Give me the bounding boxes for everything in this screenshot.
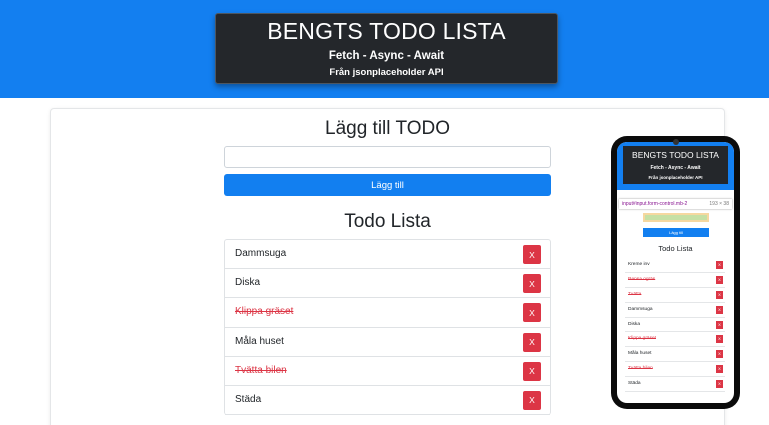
todo-item-label[interactable]: Tvätta bilen (235, 365, 287, 376)
todo-item-label[interactable]: Dammsuga (235, 248, 286, 259)
phone-todo-item-label[interactable]: Rensa ogräs (628, 277, 655, 282)
phone-todo-item[interactable]: Rensa ogräs X (625, 273, 725, 288)
todo-item[interactable]: Städa X (225, 386, 550, 416)
phone-todo-item[interactable]: Klippa gräset X (625, 332, 725, 348)
add-heading: Lägg till TODO (325, 118, 450, 139)
phone-todo-item[interactable]: Tvätta X (625, 288, 725, 303)
todo-item[interactable]: Måla huset X (225, 328, 550, 357)
phone-todo-item[interactable]: Diska X (625, 318, 725, 333)
phone-delete-button[interactable]: X (716, 335, 723, 344)
phone-todo-item-label[interactable]: Städa (628, 381, 641, 386)
todo-item-label[interactable]: Diska (235, 277, 260, 288)
phone-delete-button[interactable]: X (716, 290, 723, 299)
phone-preview: BENGTS TODO LISTA Fetch - Async - Await … (611, 136, 740, 409)
phone-todo-item-label[interactable]: Kreme inv (628, 262, 650, 267)
delete-button[interactable]: X (523, 274, 541, 294)
phone-source: Från jsonplaceholder API (648, 175, 703, 180)
phone-todo-input[interactable] (643, 213, 709, 222)
phone-delete-button[interactable]: X (716, 275, 723, 284)
phone-delete-button[interactable]: X (716, 320, 723, 329)
phone-todo-item-label[interactable]: Dammsuga (628, 307, 653, 312)
page-source: Från jsonplaceholder API (329, 67, 444, 78)
phone-delete-button[interactable]: X (716, 350, 723, 359)
phone-delete-button[interactable]: X (716, 261, 723, 269)
delete-button[interactable]: X (523, 332, 541, 352)
phone-delete-button[interactable]: X (716, 380, 723, 389)
delete-button[interactable]: X (523, 390, 541, 410)
todo-list: Dammsuga X Diska X Klippa gräset X Måla huset X… (224, 239, 551, 416)
add-todo-button[interactable]: Lägg till (224, 174, 551, 196)
todo-item[interactable]: Klippa gräset X (225, 298, 550, 328)
todo-item-label[interactable]: Städa (235, 394, 261, 405)
delete-button[interactable]: X (523, 303, 541, 323)
phone-todo-item[interactable]: Måla huset X (625, 347, 725, 363)
phone-todo-item-label[interactable]: Tvätta (628, 292, 641, 297)
todo-input[interactable] (224, 146, 551, 168)
phone-todo-item[interactable]: Tvätta bilen X (625, 362, 725, 378)
phone-title-box: BENGTS TODO LISTA Fetch - Async - Await … (623, 146, 728, 184)
phone-todo-item[interactable]: Städa X (625, 377, 725, 393)
phone-title: BENGTS TODO LISTA (632, 150, 719, 160)
todo-item[interactable]: Dammsuga X (225, 240, 550, 270)
todo-item-label[interactable]: Måla huset (235, 336, 284, 347)
phone-todo-item-label[interactable]: Tvätta bilen (628, 366, 653, 371)
page-title: BENGTS TODO LISTA (267, 18, 506, 44)
phone-todo-item-label[interactable]: Klippa gräset (628, 336, 656, 341)
todo-item-label[interactable]: Klippa gräset (235, 306, 293, 317)
camera-icon (673, 139, 679, 145)
tooltip-size: 193 × 38 (709, 201, 729, 207)
phone-delete-button[interactable]: X (716, 305, 723, 314)
devtools-tooltip: input#input.form-control.mb-2 193 × 38 (619, 199, 732, 209)
phone-list-heading: Todo Lista (658, 244, 693, 253)
phone-delete-button[interactable]: X (716, 365, 723, 374)
page-subtitle: Fetch - Async - Await (328, 50, 445, 62)
todo-item[interactable]: Diska X (225, 269, 550, 299)
delete-button[interactable]: X (523, 245, 541, 264)
tooltip-selector: input#input.form-control.mb-2 (622, 201, 688, 207)
phone-subtitle: Fetch - Async - Await (650, 165, 701, 171)
todo-item[interactable]: Tvätta bilen X (225, 357, 550, 386)
phone-todo-item[interactable]: Kreme inv X (625, 258, 725, 273)
list-heading: Todo Lista (344, 211, 431, 232)
title-box: BENGTS TODO LISTA Fetch - Async - Await … (215, 13, 558, 84)
phone-todo-item[interactable]: Dammsuga X (625, 303, 725, 318)
phone-screen: BENGTS TODO LISTA Fetch - Async - Await … (617, 142, 734, 403)
phone-todo-item-label[interactable]: Måla huset (628, 351, 651, 356)
phone-todo-item-label[interactable]: Diska (628, 322, 640, 327)
delete-button[interactable]: X (523, 361, 541, 381)
phone-add-button[interactable]: Lägg till (643, 228, 709, 237)
phone-todo-list: Kreme inv X Rensa ogräs X Tvätta X Dammsuga X Di… (625, 258, 725, 393)
